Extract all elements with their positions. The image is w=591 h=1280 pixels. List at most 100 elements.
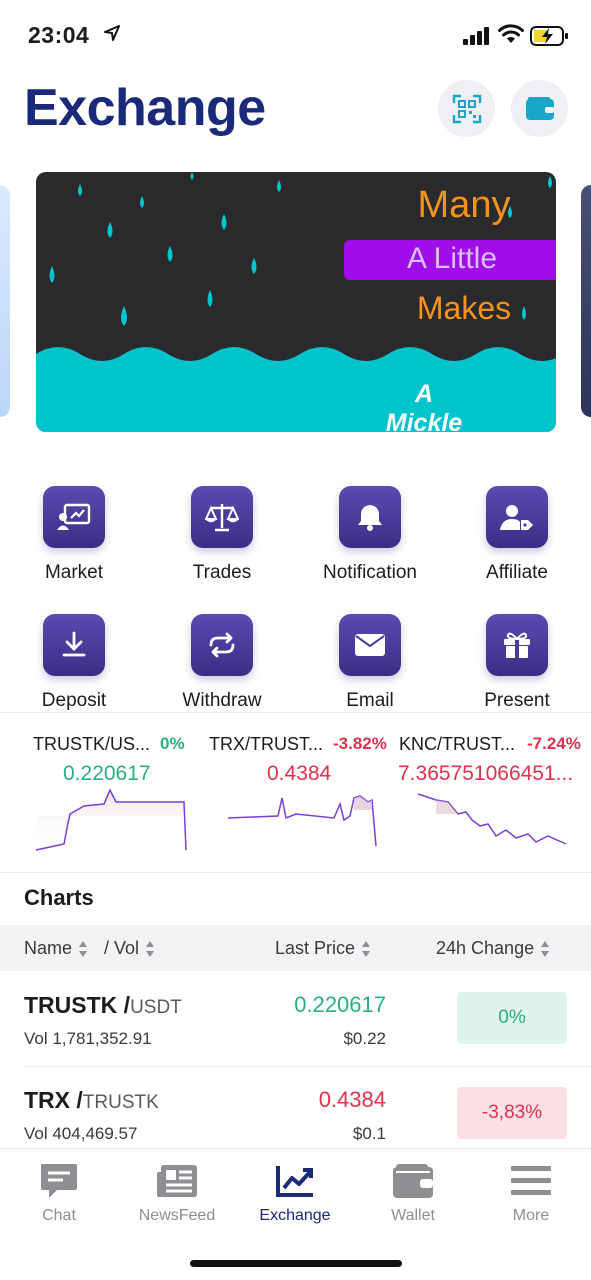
ticker-sparkline bbox=[417, 793, 567, 845]
action-notification-label: Notification bbox=[323, 562, 417, 583]
ticker-pair: TRX/TRUST... bbox=[209, 734, 324, 754]
market-icon bbox=[57, 503, 91, 530]
charts-table-header: Name / Vol Last Price 24h Change bbox=[0, 925, 591, 971]
tab-chat-label: Chat bbox=[42, 1207, 76, 1224]
charts-section-title: Charts bbox=[24, 885, 94, 910]
column-vol-label: / Vol bbox=[104, 938, 140, 958]
action-email[interactable]: Email bbox=[296, 614, 444, 712]
ticker-sparkline bbox=[227, 795, 377, 847]
pair-base-symbol: TRX / bbox=[24, 1087, 83, 1113]
gift-icon bbox=[504, 632, 530, 658]
ticker-price: 0.220617 bbox=[63, 762, 151, 785]
action-present[interactable]: Present bbox=[443, 614, 591, 712]
table-row[interactable]: TRUSTK /USDT Vol 1,781,352.91 0.220617 $… bbox=[0, 984, 591, 1068]
tab-more-label: More bbox=[512, 1207, 550, 1224]
ticker-price: 0.4384 bbox=[267, 762, 332, 785]
qr-scan-icon bbox=[452, 94, 481, 123]
user-tag-icon bbox=[500, 505, 533, 530]
pair-base: TRUSTK /USDT bbox=[24, 992, 182, 1019]
action-affiliate-icon-tile bbox=[486, 486, 548, 548]
change-badge: -3,83% bbox=[457, 1087, 567, 1139]
pair-volume: Vol 1,781,352.91 bbox=[24, 1029, 152, 1048]
ticker-card[interactable]: TRUSTK/US... 0% 0.220617 bbox=[0, 732, 196, 862]
sort-by-last-price[interactable]: Last Price bbox=[275, 938, 371, 959]
divider bbox=[0, 872, 591, 873]
envelope-icon bbox=[355, 634, 385, 656]
home-indicator bbox=[190, 1260, 402, 1267]
column-name-label: Name bbox=[24, 938, 73, 958]
tab-exchange-label: Exchange bbox=[259, 1207, 331, 1224]
action-trades-icon-tile bbox=[191, 486, 253, 548]
price-usd: $0.1 bbox=[352, 1124, 386, 1143]
change-badge: 0% bbox=[457, 992, 567, 1044]
action-withdraw-label: Withdraw bbox=[182, 690, 262, 711]
tab-newsfeed-label: NewsFeed bbox=[138, 1207, 216, 1224]
ticker-card[interactable]: KNC/TRUST... -7.24% 7.365751066451... bbox=[396, 732, 591, 862]
action-affiliate[interactable]: Affiliate bbox=[443, 486, 591, 584]
action-email-icon-tile bbox=[339, 614, 401, 676]
banner-line-many: Many bbox=[417, 184, 511, 226]
ticker-pair: TRUSTK/US... bbox=[33, 734, 151, 754]
last-price: 0.4384 bbox=[318, 1087, 386, 1112]
banner-line-a-mickle: A Mickle bbox=[385, 380, 463, 432]
ticker-card[interactable]: TRX/TRUST... -3.82% 0.4384 bbox=[196, 732, 396, 862]
action-trades-label: Trades bbox=[192, 562, 252, 583]
pair-base: TRX /TRUSTK bbox=[24, 1087, 159, 1114]
tab-wallet[interactable]: Wallet bbox=[354, 1161, 472, 1225]
wallet-icon bbox=[393, 1164, 433, 1198]
sort-by-name[interactable]: Name bbox=[24, 938, 88, 959]
wallet-icon bbox=[525, 96, 554, 120]
sort-arrows-icon bbox=[541, 941, 550, 958]
download-icon bbox=[62, 631, 86, 657]
action-present-icon-tile bbox=[486, 614, 548, 676]
promo-banner[interactable]: Many A Little Makes A Mickle bbox=[36, 172, 556, 432]
location-arrow-icon bbox=[104, 25, 120, 41]
divider bbox=[0, 712, 591, 713]
status-time: 23:04 bbox=[28, 22, 90, 48]
action-present-label: Present bbox=[484, 690, 550, 711]
action-trades[interactable]: Trades bbox=[148, 486, 296, 584]
wallet-shortcut-button[interactable] bbox=[511, 80, 568, 137]
ticker-change: 0% bbox=[160, 734, 185, 753]
sort-by-vol[interactable]: / Vol bbox=[104, 938, 155, 959]
tab-more[interactable]: More bbox=[472, 1161, 590, 1225]
banner-line-a-little: A Little bbox=[406, 242, 498, 275]
exchange-arrows-icon bbox=[209, 632, 235, 658]
action-withdraw[interactable]: Withdraw bbox=[148, 614, 296, 712]
ticker-change: -3.82% bbox=[333, 734, 387, 753]
tab-chat[interactable]: Chat bbox=[0, 1161, 118, 1225]
sort-arrows-icon bbox=[79, 941, 88, 958]
price-usd: $0.22 bbox=[343, 1029, 386, 1048]
page-title: Exchange bbox=[24, 79, 266, 137]
qr-scan-button[interactable] bbox=[438, 80, 495, 137]
action-email-label: Email bbox=[346, 690, 394, 711]
action-deposit[interactable]: Deposit bbox=[0, 614, 148, 712]
action-market-icon-tile bbox=[43, 486, 105, 548]
ticker-price: 7.365751066451... bbox=[398, 762, 574, 785]
banner-peek-left[interactable] bbox=[0, 185, 10, 417]
divider bbox=[24, 1066, 591, 1067]
chart-line-icon bbox=[276, 1166, 313, 1197]
column-24h-change-label: 24h Change bbox=[436, 938, 535, 958]
sort-by-24h-change[interactable]: 24h Change bbox=[436, 938, 550, 959]
action-market-label: Market bbox=[44, 562, 104, 583]
tab-exchange[interactable]: Exchange bbox=[236, 1161, 354, 1225]
pair-base-symbol: TRUSTK / bbox=[24, 992, 131, 1018]
action-withdraw-icon-tile bbox=[191, 614, 253, 676]
battery-charging-icon bbox=[530, 26, 568, 46]
ticker-sparkline bbox=[35, 788, 187, 851]
tab-newsfeed[interactable]: NewsFeed bbox=[118, 1161, 236, 1225]
cellular-signal-icon bbox=[463, 27, 489, 45]
scales-icon bbox=[205, 504, 239, 532]
newspaper-icon bbox=[157, 1165, 197, 1197]
wifi-icon bbox=[498, 24, 524, 43]
pair-volume: Vol 404,469.57 bbox=[24, 1124, 138, 1143]
action-affiliate-label: Affiliate bbox=[486, 562, 548, 583]
action-notification[interactable]: Notification bbox=[296, 486, 444, 584]
pair-quote: USDT bbox=[130, 997, 182, 1018]
action-deposit-icon-tile bbox=[43, 614, 105, 676]
banner-peek-right[interactable] bbox=[581, 185, 591, 417]
ticker-change: -7.24% bbox=[527, 734, 581, 753]
sort-arrows-icon bbox=[146, 941, 155, 958]
action-market[interactable]: Market bbox=[0, 486, 148, 584]
